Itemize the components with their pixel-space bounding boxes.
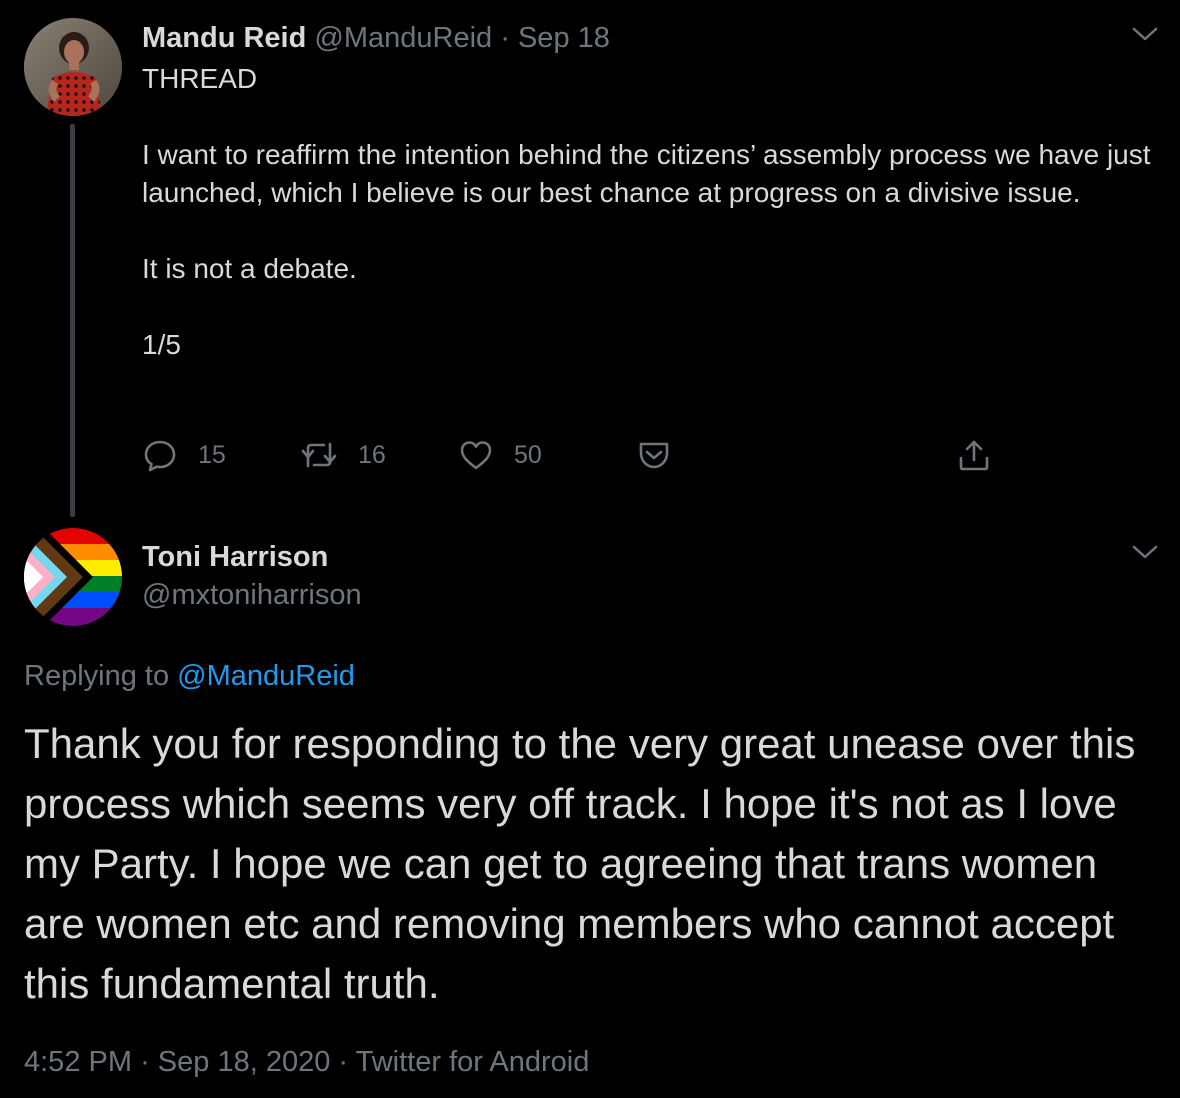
- retweet-count: 16: [358, 440, 386, 469]
- avatar-mandu-reid[interactable]: [24, 18, 122, 116]
- replying-to-label: Replying to: [24, 660, 170, 692]
- chevron-down-icon[interactable]: [1130, 24, 1160, 44]
- tweet-paragraph: It is not a debate.: [142, 253, 357, 284]
- tweet-date[interactable]: Sep 18: [518, 22, 610, 54]
- tweet-date-link[interactable]: Sep 18, 2020: [158, 1046, 331, 1078]
- reply-count: 15: [198, 440, 226, 469]
- heart-icon: [460, 441, 492, 470]
- avatar-toni-harrison[interactable]: [24, 528, 122, 626]
- reply-button[interactable]: 15: [142, 432, 226, 478]
- like-count: 50: [514, 440, 542, 469]
- save-to-pocket-button[interactable]: [636, 432, 672, 478]
- chevron-down-icon[interactable]: [1130, 542, 1160, 562]
- author-handle[interactable]: @mxtoniharrison: [142, 576, 362, 614]
- share-upload-icon: [959, 440, 989, 471]
- meta-separator: ·: [140, 1046, 150, 1078]
- author-name[interactable]: Toni Harrison: [142, 538, 328, 576]
- pocket-save-icon: [639, 442, 669, 469]
- tweet-paragraph: THREAD: [142, 63, 258, 94]
- retweet-button[interactable]: 16: [300, 432, 386, 478]
- tweet-text: Thank you for responding to the very gre…: [24, 720, 1136, 1007]
- author-name[interactable]: Mandu Reid: [142, 22, 306, 54]
- like-button[interactable]: 50: [458, 432, 542, 478]
- tweet-thread-view: Mandu Reid @ManduReid · Sep 18 THREAD I …: [0, 0, 1180, 1098]
- share-button[interactable]: [956, 432, 992, 478]
- tweet-paragraph: 1/5: [142, 329, 181, 360]
- tweet-source-link[interactable]: Twitter for Android: [356, 1046, 590, 1078]
- avatar-image: [24, 18, 122, 116]
- replying-to-line: Replying to @ManduReid: [24, 656, 355, 696]
- progress-pride-flag-avatar: [24, 528, 122, 626]
- tweet-metadata: 4:52 PM · Sep 18, 2020 · Twitter for And…: [24, 1042, 589, 1082]
- author-handle[interactable]: @ManduReid: [314, 22, 492, 54]
- replying-to-mention-link[interactable]: @ManduReid: [177, 660, 355, 692]
- tweet-time-link[interactable]: 4:52 PM: [24, 1046, 132, 1078]
- meta-separator: ·: [338, 1046, 349, 1078]
- tweet-header: Mandu Reid @ManduReid · Sep 18: [142, 20, 610, 56]
- speech-bubble-icon: [144, 440, 176, 472]
- thread-connector-line: [70, 124, 75, 517]
- tweet-action-bar: 15 16 50: [142, 432, 1042, 478]
- header-separator: ·: [500, 22, 510, 54]
- tweet-text: THREAD I want to reaffirm the intention …: [142, 60, 1152, 364]
- retweet-icon: [301, 442, 337, 468]
- tweet-paragraph: I want to reaffirm the intention behind …: [142, 139, 1151, 208]
